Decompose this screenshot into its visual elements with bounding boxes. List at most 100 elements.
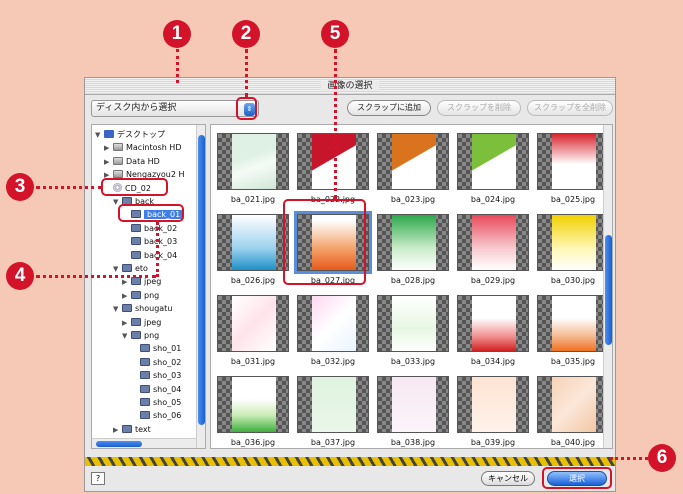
tree-item[interactable]: sho_02 xyxy=(131,356,181,369)
folder-tree: ▼ デスクトップ ▶ Macintosh HD ▶ Data HD ▶ Nengazyou2 … xyxy=(91,124,206,449)
callout-6: 6 xyxy=(648,444,676,472)
tree-item[interactable]: back_04 xyxy=(122,249,177,262)
cancel-button[interactable]: キャンセル xyxy=(481,471,535,486)
image-thumbnail[interactable] xyxy=(537,133,609,190)
image-thumbnail[interactable] xyxy=(457,133,529,190)
image-thumbnail[interactable] xyxy=(297,295,369,352)
disclosure-triangle-icon[interactable]: ▶ xyxy=(122,317,131,330)
tree-item[interactable]: sho_04 xyxy=(131,383,181,396)
tree-item-label: jpeg xyxy=(144,277,162,287)
image-thumbnail[interactable] xyxy=(537,214,609,271)
tree-item-label: sho_05 xyxy=(153,398,182,407)
tree-item[interactable]: sho_01 xyxy=(131,342,181,355)
tree-item-label: eto xyxy=(135,264,148,273)
thumbnail-image xyxy=(312,296,356,351)
hard-drive-icon xyxy=(113,170,123,179)
image-thumbnail[interactable] xyxy=(537,376,609,433)
thumbnail-image xyxy=(472,215,516,270)
help-button[interactable]: ? xyxy=(91,472,105,485)
tree-item[interactable]: ▼ eto xyxy=(113,262,148,275)
image-thumbnail[interactable] xyxy=(537,295,609,352)
tree-item[interactable]: ▶ text xyxy=(113,423,151,436)
tree-vertical-scrollbar[interactable] xyxy=(196,125,205,448)
tree-item-label: shougatu xyxy=(135,304,173,314)
image-thumbnail[interactable] xyxy=(217,214,289,271)
callout-1-leader xyxy=(176,49,179,83)
image-thumbnail[interactable] xyxy=(297,376,369,433)
grid-scroll-thumb[interactable] xyxy=(605,235,612,345)
thumbnail-image xyxy=(552,377,596,432)
thumbnail-caption: ba_023.jpg xyxy=(390,195,436,204)
image-thumbnail[interactable] xyxy=(217,376,289,433)
disclosure-triangle-icon[interactable]: ▼ xyxy=(113,303,122,316)
thumbnail-caption: ba_039.jpg xyxy=(470,438,516,447)
thumbnail-caption: ba_024.jpg xyxy=(470,195,516,204)
callout-3: 3 xyxy=(6,173,34,201)
tree-item[interactable]: ▶ jpeg xyxy=(122,316,161,329)
thumbnail-image xyxy=(232,377,276,432)
image-thumbnail[interactable] xyxy=(457,214,529,271)
tree-item[interactable]: back_03 xyxy=(122,235,177,248)
thumbnail-image xyxy=(552,134,596,189)
tree-item[interactable]: ▶ Data HD xyxy=(104,155,160,168)
disclosure-triangle-icon[interactable]: ▼ xyxy=(95,129,104,142)
image-thumbnail[interactable] xyxy=(217,295,289,352)
remove-from-scrap-button[interactable]: スクラップを削除 xyxy=(437,100,521,116)
tree-item[interactable]: ▼ png xyxy=(122,329,159,342)
thumbnail-image xyxy=(472,377,516,432)
thumbnail-caption: ba_034.jpg xyxy=(470,357,516,366)
thumbnail-image xyxy=(472,296,516,351)
callout-1: 1 xyxy=(163,20,191,48)
folder-icon xyxy=(131,277,141,286)
tree-item-label: sho_04 xyxy=(153,384,182,394)
folder-icon xyxy=(131,317,141,326)
folder-icon xyxy=(131,331,141,339)
thumbnail-image xyxy=(312,377,356,432)
source-popup[interactable]: ディスク内から選択 ⇕ xyxy=(91,100,259,117)
callout-3-leader xyxy=(36,186,102,189)
tree-horizontal-scrollbar[interactable] xyxy=(92,438,196,448)
image-thumbnail[interactable] xyxy=(377,376,449,433)
tree-item[interactable]: back_02 xyxy=(122,222,177,235)
tree-item[interactable]: ▶ png xyxy=(122,289,159,302)
tree-item[interactable]: ▼ shougatu xyxy=(113,302,172,315)
disclosure-triangle-icon[interactable]: ▶ xyxy=(104,156,113,169)
folder-icon xyxy=(140,398,150,406)
disclosure-triangle-icon[interactable]: ▶ xyxy=(122,290,131,303)
image-thumbnail[interactable] xyxy=(377,295,449,352)
image-thumbnail[interactable] xyxy=(217,133,289,190)
thumbnail-caption: ba_029.jpg xyxy=(470,276,516,285)
folder-icon xyxy=(140,344,150,353)
disclosure-triangle-icon[interactable]: ▶ xyxy=(113,424,122,437)
cd-highlight xyxy=(101,178,168,196)
tree-item[interactable]: sho_06 xyxy=(131,409,181,422)
grid-vertical-scrollbar[interactable] xyxy=(603,125,612,448)
thumbnail-grid: ba_021.jpg ba_022.jpg ba_023.jpg ba_024.jpg… xyxy=(210,124,613,449)
image-thumbnail[interactable] xyxy=(377,133,449,190)
image-thumbnail[interactable] xyxy=(377,214,449,271)
thumbnail-caption: ba_040.jpg xyxy=(550,438,596,447)
thumbnail-image xyxy=(232,296,276,351)
folder-icon xyxy=(131,223,141,232)
add-to-scrap-button[interactable]: スクラップに追加 xyxy=(347,100,431,116)
image-thumbnail[interactable] xyxy=(457,295,529,352)
tree-item-label: Data HD xyxy=(126,156,160,166)
tree-item-label: sho_03 xyxy=(153,371,182,381)
tree-item[interactable]: ▼ デスクトップ xyxy=(95,128,165,141)
remove-all-scrap-button[interactable]: スクラップを全削除 xyxy=(527,100,613,116)
tree-hscroll-thumb[interactable] xyxy=(96,441,142,447)
folder-icon xyxy=(140,371,150,380)
disclosure-triangle-icon[interactable]: ▼ xyxy=(122,330,131,343)
tree-item[interactable]: ▶ Macintosh HD xyxy=(104,141,181,154)
disclosure-triangle-icon[interactable]: ▶ xyxy=(104,142,113,155)
image-thumbnail[interactable] xyxy=(297,133,369,190)
tree-scroll-thumb[interactable] xyxy=(198,135,205,425)
disclosure-triangle-icon[interactable]: ▶ xyxy=(122,276,131,289)
thumbnail-image xyxy=(392,134,436,189)
back01-highlight xyxy=(118,204,184,222)
folder-icon xyxy=(131,250,141,259)
tree-item[interactable]: sho_05 xyxy=(131,396,181,409)
tree-item-label: back_04 xyxy=(144,250,178,260)
image-thumbnail[interactable] xyxy=(457,376,529,433)
tree-item[interactable]: sho_03 xyxy=(131,369,181,382)
